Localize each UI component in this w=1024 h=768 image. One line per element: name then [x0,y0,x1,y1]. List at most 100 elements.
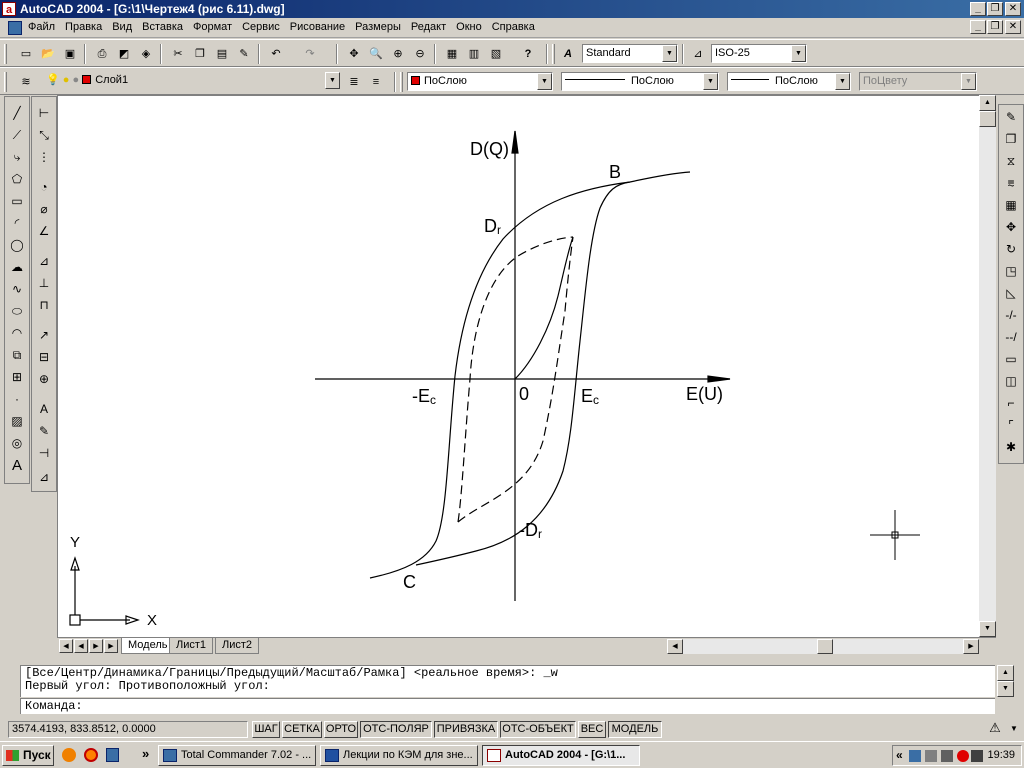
chamfer-icon[interactable]: ⌐ [1001,393,1021,413]
scroll-thumb[interactable] [979,111,996,127]
firefox-icon[interactable] [62,748,76,762]
tolerance-icon[interactable]: ⊟ [34,347,54,367]
zoom-realtime-icon[interactable]: 🔍 [366,44,386,64]
ordinate-dimension-icon[interactable]: ⋮ [34,147,54,167]
copy-object-icon[interactable]: ❐ [1001,129,1021,149]
array-icon[interactable]: ▦ [1001,195,1021,215]
horizontal-scrollbar[interactable]: ◀ ▶ [667,639,979,654]
region-icon[interactable]: ◎ [7,433,27,453]
diameter-dimension-icon[interactable]: ⌀ [34,199,54,219]
vertical-scrollbar[interactable]: ▲ ▼ [979,95,996,637]
radius-dimension-icon[interactable]: ◔ [34,177,54,197]
opera-icon[interactable] [84,748,98,762]
layer-manager-icon[interactable]: ≋ [16,72,36,92]
fillet-icon[interactable]: ⌜ [1001,415,1021,435]
dimension-style-icon[interactable]: ⊿ [34,467,54,487]
revision-cloud-icon[interactable]: ☁ [7,257,27,277]
match-properties-icon[interactable]: ✎ [234,44,254,64]
polyline-icon[interactable]: ⤷ [7,147,27,167]
close-button[interactable]: ✕ [1005,2,1021,16]
print-preview-icon[interactable]: ◩ [114,44,134,64]
linetype-combo[interactable]: ПоСлою ▼ [561,72,719,91]
quicklaunch-overflow[interactable]: » [142,746,149,761]
extend-icon[interactable]: --/ [1001,327,1021,347]
point-icon[interactable]: · [7,389,27,409]
menu-insert[interactable]: Вставка [142,21,183,33]
status-menu-arrow[interactable]: ▼ [1010,724,1018,733]
line-icon[interactable]: ╱ [7,103,27,123]
antivirus-icon[interactable] [957,750,969,762]
save-icon[interactable]: ▣ [60,44,80,64]
save-quicklaunch-icon[interactable] [106,748,119,762]
scroll-up-button[interactable]: ▲ [979,95,996,111]
scale-icon[interactable]: ◳ [1001,261,1021,281]
redo-icon[interactable]: ↷ [300,44,320,64]
menu-view[interactable]: Вид [112,21,132,33]
task-word-document[interactable]: Лекции по КЭМ для зне... [320,745,478,766]
dimension-edit-icon[interactable]: A [34,399,54,419]
dim-style-icon[interactable]: ⊿ [688,44,708,64]
move-icon[interactable]: ✥ [1001,217,1021,237]
continue-dimension-icon[interactable]: ⊓ [34,295,54,315]
autocad-icon[interactable]: a [2,2,16,16]
trim-icon[interactable]: -/- [1001,305,1021,325]
menu-tools[interactable]: Сервис [242,21,280,33]
layer-previous-icon[interactable]: ≡ [366,72,386,92]
menu-file[interactable]: Файл [28,21,55,33]
scroll-left-button[interactable]: ◀ [667,639,683,654]
coordinates-display[interactable]: 3574.4193, 833.8512, 0.0000 [8,721,248,738]
text-style-combo[interactable]: Standard ▼ [582,44,678,63]
insert-block-icon[interactable]: ⧉ [7,345,27,365]
monitor-icon[interactable] [925,750,937,762]
disk-icon[interactable] [941,750,953,762]
menu-help[interactable]: Справка [492,21,535,33]
menu-format[interactable]: Формат [193,21,232,33]
doc-minimize-button[interactable]: _ [970,20,986,34]
dimension-text-edit-icon[interactable]: ✎ [34,421,54,441]
quick-leader-icon[interactable]: ↗ [34,325,54,345]
rotate-icon[interactable]: ↻ [1001,239,1021,259]
circle-icon[interactable]: ◯ [7,235,27,255]
linear-dimension-icon[interactable]: ⊢ [34,103,54,123]
toolbar-grip[interactable] [4,44,7,64]
network-icon[interactable] [909,750,921,762]
doc-restore-button[interactable]: ❐ [987,20,1003,34]
new-file-icon[interactable]: ▭ [16,44,36,64]
dim-style-combo[interactable]: ISO-25 ▼ [711,44,807,63]
start-button[interactable]: Пуск [2,745,54,766]
minimize-button[interactable]: _ [970,2,986,16]
polygon-icon[interactable]: ⬠ [7,169,27,189]
drawing-canvas[interactable]: D(Q) E(U) B C Dr -Dr Ec -Ec 0 Y X [57,95,979,637]
multiline-text-icon[interactable]: A [7,455,27,475]
maximize-button[interactable]: ❐ [987,2,1003,16]
lineweight-combo[interactable]: ПоСлою ▼ [727,72,851,91]
arc-icon[interactable]: ◜ [7,213,27,233]
doc-close-button[interactable]: ✕ [1005,20,1021,34]
grid-toggle[interactable]: СЕТКА [282,721,322,738]
scroll-right-button[interactable]: ▶ [963,639,979,654]
snap-toggle[interactable]: ШАГ [252,721,280,738]
volume-icon[interactable] [971,750,983,762]
center-mark-icon[interactable]: ⊕ [34,369,54,389]
spline-icon[interactable]: ∿ [7,279,27,299]
aligned-dimension-icon[interactable]: ⤡ [34,125,54,145]
rectangle-icon[interactable]: ▭ [7,191,27,211]
quick-dimension-icon[interactable]: ⊿ [34,251,54,271]
communication-center-icon[interactable]: ⚠ [986,720,1004,738]
pan-realtime-icon[interactable]: ✥ [344,44,364,64]
make-layer-current-icon[interactable]: ≣ [344,72,364,92]
cmd-scroll-down[interactable]: ▼ [997,681,1014,697]
open-file-icon[interactable]: 📂 [38,44,58,64]
break-icon[interactable]: ◫ [1001,371,1021,391]
ortho-toggle[interactable]: ОРТО [324,721,358,738]
undo-icon[interactable]: ↶ [266,44,286,64]
tool-palettes-icon[interactable]: ▧ [486,44,506,64]
last-tab-button[interactable]: ▶ [104,639,118,653]
make-block-icon[interactable]: ⊞ [7,367,27,387]
baseline-dimension-icon[interactable]: ⊥ [34,273,54,293]
hscroll-thumb[interactable] [817,639,833,654]
command-input[interactable]: Команда: [20,698,995,714]
properties-icon[interactable]: ▦ [442,44,462,64]
scroll-down-button[interactable]: ▼ [979,621,996,637]
tray-expand-icon[interactable]: « [896,748,903,762]
